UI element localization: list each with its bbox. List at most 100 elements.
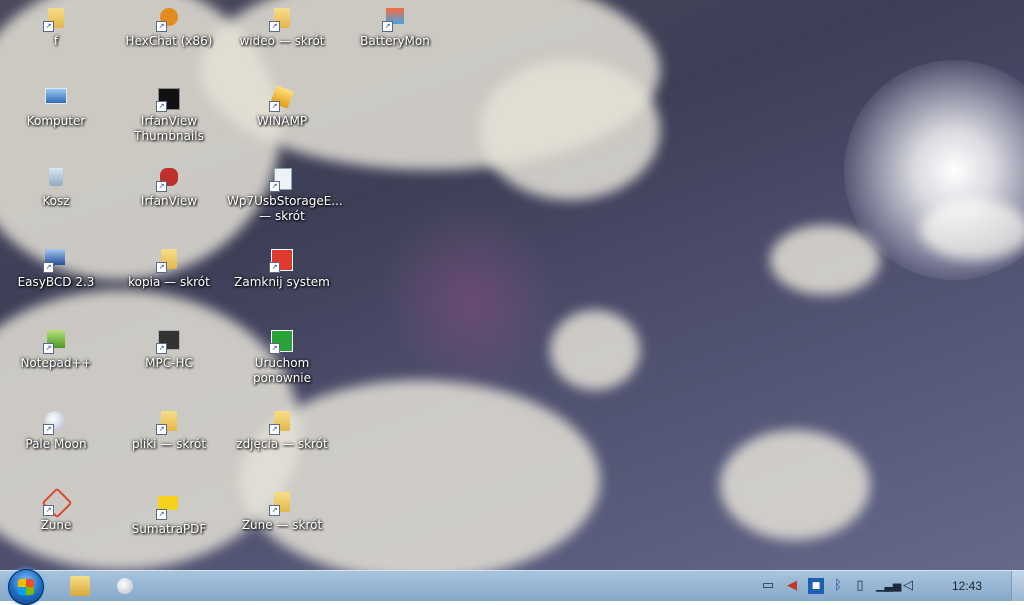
folder-icon: ↗ <box>156 411 180 435</box>
desktop-icon-label: Wp7UsbStorageE... — skrót <box>227 194 343 223</box>
desktop-icon-zune[interactable]: ↗ Zune <box>1 487 111 533</box>
folder-icon: ↗ <box>156 249 180 273</box>
desktop-icon-wp7usbstorage[interactable]: ↗ Wp7UsbStorageE... — skrót <box>227 168 343 224</box>
desktop-icon-label: EasyBCD 2.3 <box>17 275 95 289</box>
desktop-icon-label: wideo — skrót <box>239 34 325 48</box>
shortcut-arrow-icon: ↗ <box>156 181 167 192</box>
sumatrapdf-icon: ↗ <box>156 496 180 520</box>
shortcut-arrow-icon: ↗ <box>43 262 54 273</box>
shortcut-arrow-icon: ↗ <box>269 343 280 354</box>
computer-icon <box>45 88 67 110</box>
battery-icon[interactable]: ▯ <box>852 578 868 594</box>
desktop-icon-label: f <box>53 34 59 48</box>
shortcut-arrow-icon: ↗ <box>43 424 54 435</box>
desktop-icon-label: IrfanView <box>140 194 198 208</box>
shortcut-arrow-icon: ↗ <box>269 101 280 112</box>
desktop-icon-komputer[interactable]: Komputer <box>1 88 111 129</box>
desktop-icon-label: Uruchom ponownie <box>252 356 312 385</box>
desktop-icon-wideo[interactable]: ↗ wideo — skrót <box>227 8 337 49</box>
speaker-icon[interactable]: ◁ <box>900 578 916 594</box>
taskbar: ▭ ◀ ■ ᛒ ▯ ▁▃▅ ◁ 12:43 <box>0 569 1024 605</box>
system-tray: ▭ ◀ ■ ᛒ ▯ ▁▃▅ ◁ <box>754 571 1024 601</box>
hexchat-icon: ↗ <box>156 8 180 32</box>
desktop-icon-pliki[interactable]: ↗ pliki — skrót <box>114 411 224 452</box>
desktop-icon-hexchat[interactable]: ↗ HexChat (x86) <box>114 8 224 49</box>
mpc-hc-icon: ↗ <box>156 330 180 354</box>
recycle-bin-icon <box>45 168 67 190</box>
zune-icon: ↗ <box>41 487 73 519</box>
desktop-icon-zdjecia[interactable]: ↗ zdjęcia — skrót <box>227 411 337 452</box>
desktop-icon-uruchom-ponownie[interactable]: ↗ Uruchom ponownie <box>227 330 337 386</box>
desktop-icon-label: HexChat (x86) <box>125 34 213 48</box>
desktop-icon-label: Zune — skrót <box>241 518 323 532</box>
desktop-icon-label: BatteryMon <box>360 34 430 48</box>
desktop-icon-kopia[interactable]: ↗ kopia — skrót <box>114 249 224 290</box>
desktop-icon-f[interactable]: ↗ f <box>1 8 111 49</box>
shortcut-arrow-icon: ↗ <box>43 505 54 516</box>
easybcd-icon: ↗ <box>43 249 67 273</box>
pale-moon-icon[interactable] <box>117 578 133 594</box>
desktop-icon-label: MPC-HC <box>145 356 193 370</box>
shortcut-arrow-icon: ↗ <box>156 424 167 435</box>
desktop-icon-label: Kosz <box>42 194 70 208</box>
desktop-icon-label: zdjęcia — skrót <box>236 437 328 451</box>
desktop-icon-label: Notepad++ <box>20 356 92 370</box>
desktop-icon-notepad-plus-plus[interactable]: ↗ Notepad++ <box>1 330 111 371</box>
windows-explorer-icon[interactable] <box>70 576 90 596</box>
desktop-icon-mpc-hc[interactable]: ↗ MPC-HC <box>114 330 224 371</box>
volume-icon[interactable]: ◀ <box>784 578 800 594</box>
signal-icon[interactable]: ▁▃▅ <box>876 578 901 594</box>
desktop-icon-label: Komputer <box>26 114 86 128</box>
desktop-icon-zune-skrot[interactable]: ↗ Zune — skrót <box>227 492 337 533</box>
desktop-icon-label: Zamknij system <box>234 275 330 289</box>
desktop: ↗ f Komputer Kosz ↗ EasyBCD 2.3 ↗ Notepa… <box>0 0 1024 570</box>
clock[interactable]: 12:43 <box>952 579 982 593</box>
folder-icon: ↗ <box>269 8 293 32</box>
cloud <box>720 430 870 540</box>
shortcut-arrow-icon: ↗ <box>156 21 167 32</box>
desktop-icon-label: SumatraPDF <box>131 522 207 536</box>
shortcut-arrow-icon: ↗ <box>382 21 393 32</box>
desktop-icon-label: Pale Moon <box>25 437 87 451</box>
shortcut-arrow-icon: ↗ <box>156 262 167 273</box>
shortcut-arrow-icon: ↗ <box>156 509 167 520</box>
shortcut-arrow-icon: ↗ <box>43 343 54 354</box>
usb-storage-icon: ↗ <box>269 168 293 192</box>
shortcut-arrow-icon: ↗ <box>269 181 280 192</box>
winamp-icon: ↗ <box>269 85 294 112</box>
batterymon-icon: ↗ <box>382 8 406 32</box>
app-tray-icon[interactable]: ■ <box>808 578 824 594</box>
desktop-icon-batterymon[interactable]: ↗ BatteryMon <box>340 8 450 49</box>
shortcut-arrow-icon: ↗ <box>156 101 167 112</box>
notepad-plus-plus-icon: ↗ <box>43 330 67 354</box>
desktop-icon-pale-moon[interactable]: ↗ Pale Moon <box>1 411 111 452</box>
network-monitor-icon[interactable]: ▭ <box>760 578 776 594</box>
desktop-icon-kosz[interactable]: Kosz <box>1 168 111 209</box>
desktop-icon-label: kopia — skrót <box>128 275 210 289</box>
shortcut-arrow-icon: ↗ <box>269 424 280 435</box>
desktop-icon-label: IrfanView Thumbnails <box>134 114 204 143</box>
irfanview-thumbnails-icon: ↗ <box>156 88 180 112</box>
desktop-icon-winamp[interactable]: ↗ WINAMP <box>227 85 337 129</box>
cloud <box>770 225 880 295</box>
desktop-icon-sumatrapdf[interactable]: ↗ SumatraPDF <box>114 492 224 537</box>
restart-icon: ↗ <box>269 330 293 354</box>
windows-logo-icon <box>18 579 34 595</box>
desktop-icon-irfanview-thumbnails[interactable]: ↗ IrfanView Thumbnails <box>114 88 224 144</box>
bluetooth-icon[interactable]: ᛒ <box>830 578 846 594</box>
folder-icon: ↗ <box>269 411 293 435</box>
desktop-icon-easybcd[interactable]: ↗ EasyBCD 2.3 <box>1 249 111 290</box>
shortcut-arrow-icon: ↗ <box>43 21 54 32</box>
pale-moon-icon: ↗ <box>43 411 67 435</box>
desktop-icon-label: WINAMP <box>256 114 308 128</box>
desktop-icon-irfanview[interactable]: ↗ IrfanView <box>114 168 224 209</box>
show-desktop-button[interactable] <box>1011 571 1024 601</box>
desktop-icon-label: pliki — skrót <box>131 437 207 451</box>
shortcut-arrow-icon: ↗ <box>156 343 167 354</box>
desktop-icon-zamknij-system[interactable]: ↗ Zamknij system <box>227 249 337 290</box>
desktop-icon-label: Zune <box>40 518 72 532</box>
folder-icon: ↗ <box>269 492 293 516</box>
shortcut-arrow-icon: ↗ <box>269 262 280 273</box>
shortcut-arrow-icon: ↗ <box>269 505 280 516</box>
irfanview-icon: ↗ <box>156 168 180 192</box>
